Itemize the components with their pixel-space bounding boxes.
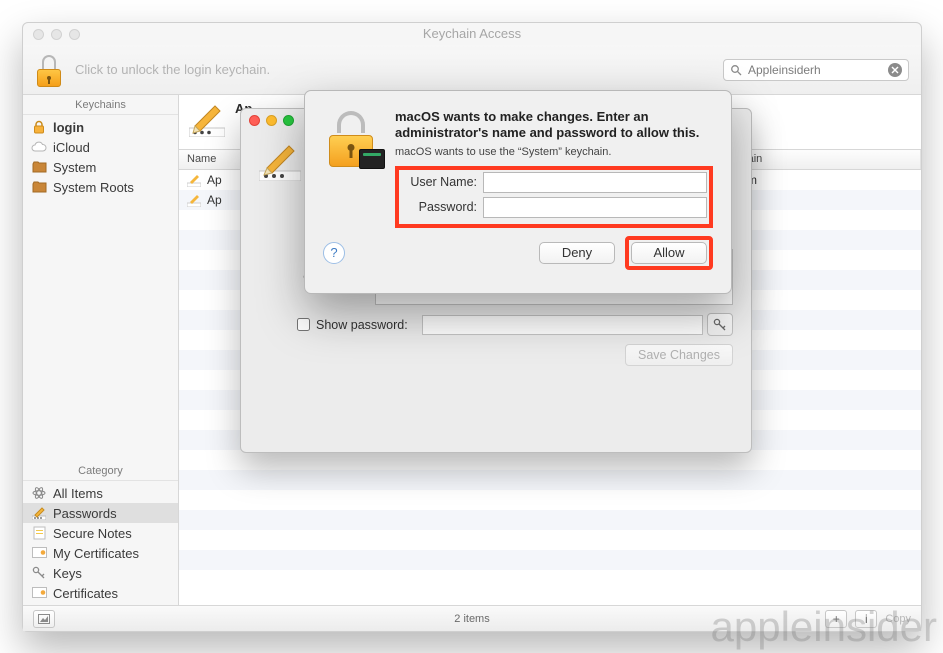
sidebar-item-label: All Items: [53, 486, 103, 501]
item-count: 2 items: [454, 613, 489, 625]
pencil-password-icon: [187, 193, 201, 207]
note-icon: [31, 525, 47, 541]
sidebar-item-label: System: [53, 160, 96, 175]
sidebar-item-label: My Certificates: [53, 546, 139, 561]
cell-name: Ap: [207, 173, 222, 187]
unlock-hint[interactable]: Click to unlock the login keychain.: [75, 62, 723, 77]
allow-button[interactable]: Allow: [631, 242, 707, 264]
atom-icon: [31, 485, 47, 501]
sidebar-item-label: Certificates: [53, 586, 118, 601]
username-input[interactable]: [483, 172, 707, 193]
window-title: Keychain Access: [23, 23, 921, 45]
show-password-checkbox[interactable]: [297, 318, 310, 331]
password-label: Password:: [401, 200, 483, 214]
minimize-window-icon[interactable]: [51, 29, 62, 40]
category-my-certificates[interactable]: My Certificates: [23, 543, 178, 563]
traffic-lights: [33, 29, 80, 40]
key-button[interactable]: [707, 313, 733, 336]
table-row: [179, 470, 921, 490]
pencil-password-icon: [189, 101, 225, 137]
zoom-window-icon[interactable]: [69, 29, 80, 40]
toolbar-lock-icon[interactable]: [35, 53, 63, 87]
search-icon: [730, 64, 742, 76]
auth-heading: macOS wants to make changes. Enter an ad…: [395, 109, 713, 142]
search-value: Appleinsiderh: [748, 63, 882, 77]
category-secure-notes[interactable]: Secure Notes: [23, 523, 178, 543]
pencil-password-icon: [187, 173, 201, 187]
search-field[interactable]: Appleinsiderh: [723, 59, 909, 81]
close-window-icon[interactable]: [33, 29, 44, 40]
sidebar-item-label: Passwords: [53, 506, 117, 521]
save-changes-button[interactable]: Save Changes: [625, 344, 733, 366]
keychain-icloud[interactable]: iCloud: [23, 137, 178, 157]
table-row: [179, 550, 921, 570]
lock-icon: [31, 119, 47, 135]
copy-button[interactable]: Copy: [885, 613, 911, 625]
table-row: [179, 530, 921, 550]
auth-dialog: macOS wants to make changes. Enter an ad…: [304, 90, 732, 294]
sidebar: Keychains login iCloud System System Roo…: [23, 95, 179, 605]
system-lock-icon: [323, 109, 381, 167]
sidebar-item-label: login: [53, 120, 84, 135]
keychain-login[interactable]: login: [23, 117, 178, 137]
cloud-icon: [31, 139, 47, 155]
keychain-system-roots[interactable]: System Roots: [23, 177, 178, 197]
category-list: All Items Passwords Secure Notes My Cert…: [23, 481, 178, 605]
add-item-button[interactable]: +: [825, 610, 847, 628]
key-icon: [31, 565, 47, 581]
toolbar: Click to unlock the login keychain. Appl…: [23, 45, 921, 95]
table-row: [179, 450, 921, 470]
password-display-input[interactable]: [422, 315, 703, 335]
keychains-header: Keychains: [23, 95, 178, 115]
folder-icon: [31, 179, 47, 195]
titlebar: Keychain Access: [23, 23, 921, 45]
password-input[interactable]: [483, 197, 707, 218]
preview-toggle-icon[interactable]: [33, 610, 55, 628]
pencil-password-icon: [259, 139, 301, 181]
cert-icon: [31, 545, 47, 561]
sidebar-item-label: iCloud: [53, 140, 90, 155]
username-label: User Name:: [401, 175, 483, 189]
table-row: [179, 490, 921, 510]
category-certificates[interactable]: Certificates: [23, 583, 178, 603]
deny-button[interactable]: Deny: [539, 242, 615, 264]
category-all-items[interactable]: All Items: [23, 483, 178, 503]
table-row: [179, 510, 921, 530]
category-passwords[interactable]: Passwords: [23, 503, 178, 523]
allow-highlight: Allow: [625, 236, 713, 270]
credentials-highlight: User Name: Password:: [395, 166, 713, 228]
show-password-field: Show password:: [259, 313, 733, 336]
cert-icon: [31, 585, 47, 601]
folder-icon: [31, 159, 47, 175]
close-icon[interactable]: [249, 115, 260, 126]
sidebar-item-label: System Roots: [53, 180, 134, 195]
keychains-list: login iCloud System System Roots: [23, 115, 178, 199]
show-password-label: Show password:: [316, 318, 408, 332]
key-icon: [713, 318, 727, 332]
cell-name: Ap: [207, 193, 222, 207]
help-button[interactable]: ?: [323, 242, 345, 264]
auth-subtext: macOS wants to use the “System” keychain…: [395, 146, 713, 158]
keychain-system[interactable]: System: [23, 157, 178, 177]
clear-search-icon[interactable]: [888, 63, 902, 77]
sidebar-item-label: Keys: [53, 566, 82, 581]
zoom-icon[interactable]: [283, 115, 294, 126]
category-header: Category: [23, 461, 178, 481]
category-keys[interactable]: Keys: [23, 563, 178, 583]
statusbar: + i Copy 2 items: [23, 605, 921, 631]
pencil-password-icon: [31, 505, 47, 521]
info-button[interactable]: i: [855, 610, 877, 628]
minimize-icon[interactable]: [266, 115, 277, 126]
sidebar-item-label: Secure Notes: [53, 526, 132, 541]
